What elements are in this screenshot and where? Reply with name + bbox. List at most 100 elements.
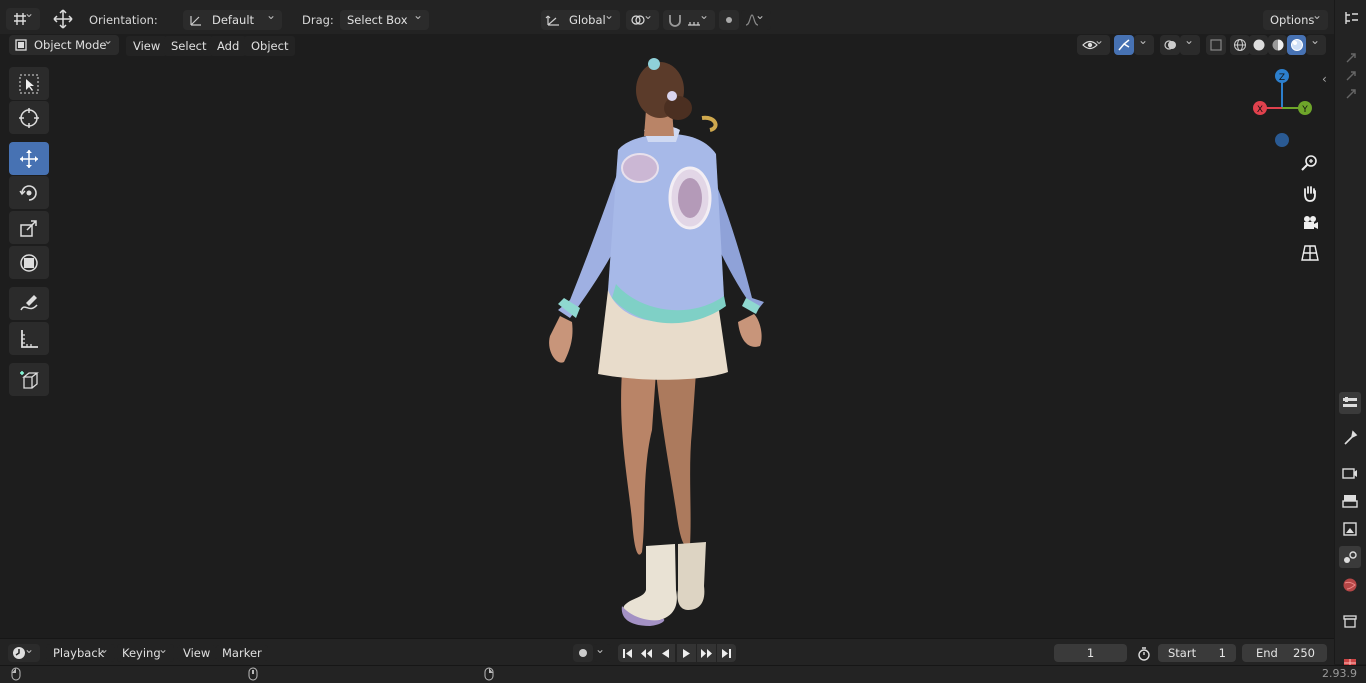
snap-dropdown[interactable] <box>663 8 715 30</box>
shading-solid-button[interactable] <box>1249 35 1268 55</box>
current-frame-field[interactable]: 1 <box>1054 644 1127 662</box>
orientation-dropdown[interactable]: Default <box>183 8 282 30</box>
view-layer-icon[interactable] <box>1339 518 1361 540</box>
gizmo-toggle-button[interactable] <box>1114 35 1134 55</box>
link-icon <box>1346 53 1356 63</box>
xray-toggle-button[interactable] <box>1206 35 1226 55</box>
transform-orientation-icon <box>545 15 559 26</box>
preview-range-toggle[interactable] <box>1135 645 1152 662</box>
keying-menu[interactable]: Keying <box>117 642 174 662</box>
hand-pan-icon[interactable] <box>1298 181 1322 205</box>
scale-icon <box>20 219 37 237</box>
shading-dropdown[interactable] <box>1306 33 1326 55</box>
play-reverse-icon <box>662 648 669 658</box>
menu-object[interactable]: Object <box>244 36 296 56</box>
jump-start-button[interactable] <box>618 644 637 662</box>
collection-icon[interactable] <box>1339 610 1361 632</box>
shading-wireframe-button[interactable] <box>1230 35 1250 55</box>
playback-menu[interactable]: Playback <box>46 642 115 662</box>
outliner-editor-icon[interactable] <box>1342 8 1362 28</box>
eye-icon <box>1082 40 1098 50</box>
proportional-edit-button[interactable] <box>719 10 739 30</box>
drag-value: Select Box <box>347 13 408 27</box>
tool-measure[interactable] <box>9 322 49 355</box>
auto-keying-button[interactable] <box>573 644 593 662</box>
drag-dropdown[interactable]: Select Box <box>340 8 429 30</box>
render-icon[interactable] <box>1339 462 1361 484</box>
start-label: Start <box>1168 646 1197 660</box>
object-mode-label: Object Mode <box>34 38 107 52</box>
menu-view[interactable]: View <box>126 36 168 56</box>
tool-cursor[interactable] <box>9 101 49 134</box>
play-button[interactable] <box>677 644 696 662</box>
sidebar-collapse-icon[interactable]: ‹ <box>1322 72 1334 88</box>
version-label: 2.93.9 <box>1322 667 1357 680</box>
transform-icon <box>20 253 38 272</box>
tool-move[interactable] <box>9 142 49 175</box>
output-icon[interactable] <box>1339 490 1361 512</box>
move-tool-icon[interactable] <box>50 8 76 30</box>
keying-label: Keying <box>122 646 161 660</box>
timeline-menu-marker[interactable]: Marker <box>216 645 268 661</box>
zoom-icon[interactable] <box>1298 151 1322 175</box>
overlay-toggle-button[interactable] <box>1160 35 1180 55</box>
shading-rendered-button[interactable] <box>1287 35 1306 55</box>
menu-add[interactable]: Add <box>210 36 247 56</box>
measure-icon <box>21 329 38 348</box>
start-value: 1 <box>1218 646 1226 660</box>
shading-material-button[interactable] <box>1268 35 1287 55</box>
options-dropdown[interactable]: Options <box>1263 8 1328 30</box>
keyframe-back-icon <box>641 648 652 658</box>
rotate-icon <box>19 184 37 201</box>
jump-keyframe-back-button[interactable] <box>637 644 656 662</box>
gizmo-dropdown[interactable] <box>1134 33 1154 55</box>
falloff-dropdown[interactable] <box>741 8 771 30</box>
tool-rotate[interactable] <box>9 176 49 209</box>
play-reverse-button[interactable] <box>656 644 675 662</box>
end-label: End <box>1256 646 1278 660</box>
link-icon <box>1346 71 1356 81</box>
drag-label: Drag: <box>302 13 334 27</box>
tool-transform[interactable] <box>9 246 49 279</box>
end-frame-field[interactable]: End 250 <box>1242 644 1327 662</box>
play-icon <box>683 648 690 658</box>
tool-annotate[interactable] <box>9 287 49 320</box>
keyframe-forward-icon <box>701 648 712 658</box>
grid-view-icon[interactable] <box>1298 241 1322 265</box>
character-model[interactable] <box>520 50 780 630</box>
overlay-dropdown[interactable] <box>1180 33 1200 55</box>
keying-set-dropdown[interactable] <box>593 642 611 662</box>
solid-sphere-icon <box>1253 39 1264 51</box>
orientation-label: Orientation: <box>89 13 158 27</box>
magnet-icon <box>669 15 681 27</box>
navigation-gizmo[interactable]: Z X Y <box>1246 64 1320 154</box>
editor-type-button[interactable] <box>6 6 40 30</box>
properties-editor-icon[interactable] <box>1339 392 1361 414</box>
xray-icon <box>1210 39 1222 51</box>
jump-start-icon <box>623 648 632 658</box>
timeline-editor-type-button[interactable] <box>8 642 40 662</box>
start-frame-field[interactable]: Start 1 <box>1158 644 1236 662</box>
jump-end-button[interactable] <box>717 644 736 662</box>
tool-select-box[interactable] <box>9 67 49 100</box>
axis-y-label: Y <box>1301 105 1308 115</box>
tool-scale[interactable] <box>9 211 49 244</box>
camera-icon[interactable] <box>1298 211 1322 235</box>
jump-keyframe-forward-button[interactable] <box>697 644 716 662</box>
transform-orientation-dropdown[interactable]: Global <box>541 8 620 30</box>
jump-end-icon <box>722 648 731 658</box>
menu-select[interactable]: Select <box>164 36 214 56</box>
tool-icon[interactable] <box>1339 427 1361 449</box>
visibility-dropdown[interactable] <box>1077 33 1110 55</box>
world-icon[interactable] <box>1339 574 1361 596</box>
material-sphere-icon <box>1272 39 1283 51</box>
link-icon <box>1346 89 1356 99</box>
current-frame-value: 1 <box>1086 646 1095 660</box>
object-mode-dropdown[interactable]: Object Mode <box>9 33 119 55</box>
scene-icon[interactable] <box>1339 546 1361 568</box>
timeline-menu-view[interactable]: View <box>177 645 217 661</box>
tool-add-cube[interactable] <box>9 363 49 396</box>
pivot-point-dropdown[interactable] <box>626 8 659 30</box>
outliner-row-icons <box>1340 52 1362 112</box>
mouse-middle-icon <box>248 667 258 681</box>
